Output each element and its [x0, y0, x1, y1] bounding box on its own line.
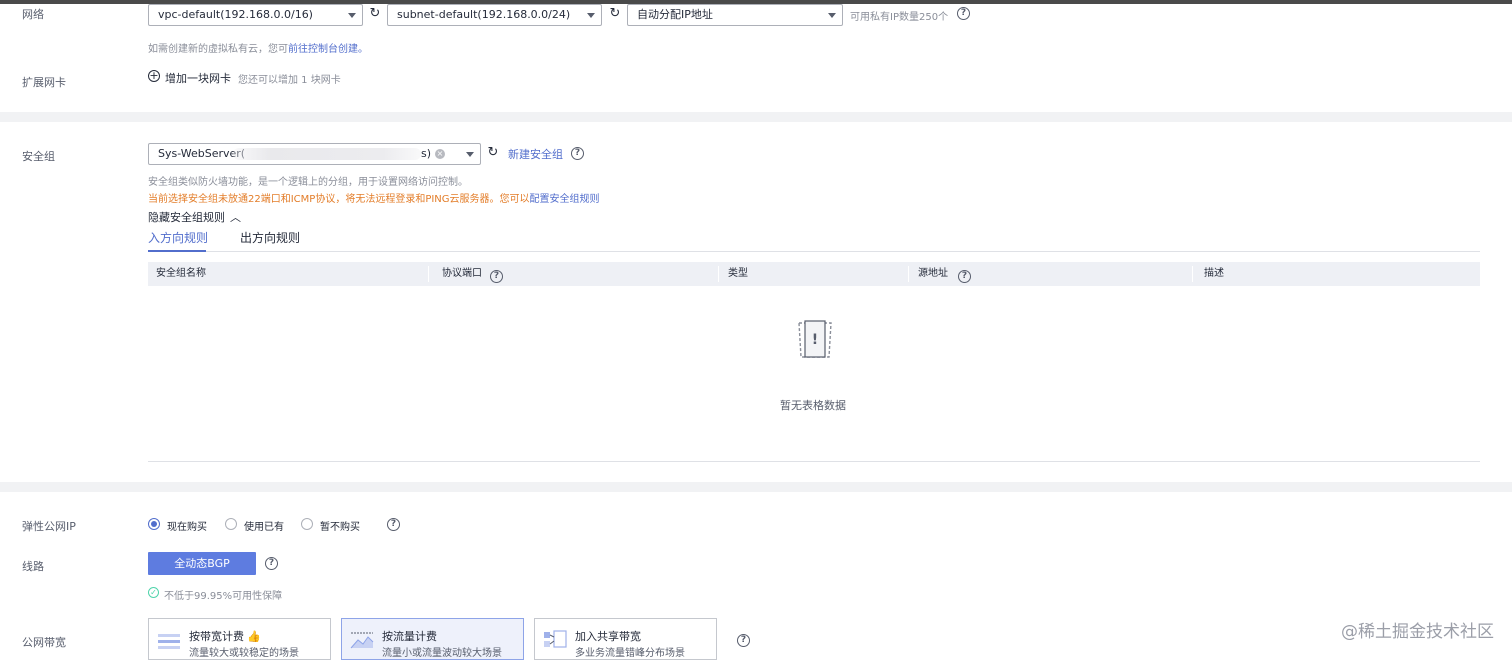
card-desc: 流量小或流量波动较大场景: [382, 648, 502, 659]
help-icon[interactable]: ?: [387, 518, 400, 531]
add-nic-button[interactable]: 增加一块网卡: [165, 70, 231, 86]
card-title: 按流量计费: [382, 630, 437, 643]
svg-text:!: !: [812, 332, 818, 348]
card-title: 按带宽计费 👍: [189, 628, 261, 644]
watermark: @稀土掘金技术社区: [1341, 622, 1494, 642]
clear-icon[interactable]: ×: [435, 149, 445, 159]
network-label: 网络: [22, 8, 44, 21]
bandwidth-card-by-traffic[interactable]: 按流量计费 流量小或流量波动较大场景: [341, 618, 524, 660]
chevron-down-icon: [587, 13, 595, 18]
vpc-hint-text: 如需创建新的虚拟私有云，您可: [148, 44, 288, 55]
eip-option-label[interactable]: 现在购买: [167, 518, 207, 533]
security-group-select-suffix: s): [421, 147, 432, 160]
area-chart-icon: [350, 632, 374, 649]
rules-table-header: 安全组名称 协议端口? 类型 源地址? 描述: [148, 262, 1480, 286]
card-title: 加入共享带宽: [575, 630, 641, 643]
configure-rules-link[interactable]: 配置安全组规则: [530, 194, 600, 205]
column-divider: [718, 266, 719, 282]
eip-radio-buy-now[interactable]: [148, 518, 160, 530]
empty-table-text: 暂无表格数据: [780, 399, 846, 412]
chevron-down-icon: [828, 13, 836, 18]
bandwidth-card-by-bandwidth[interactable]: 按带宽计费 👍 流量较大或较稳定的场景: [148, 618, 331, 660]
bgp-line-button[interactable]: 全动态BGP: [148, 552, 256, 575]
eip-option-label[interactable]: 使用已有: [244, 518, 284, 533]
chevron-up-icon: ︿: [230, 211, 241, 224]
help-icon[interactable]: ?: [571, 147, 584, 160]
ip-available-text: 可用私有IP数量250个: [850, 12, 949, 23]
security-warning-text: 当前选择安全组未放通22端口和ICMP协议，将无法远程登录和PING云服务器。您…: [148, 194, 530, 205]
card-desc: 流量较大或较稳定的场景: [189, 648, 299, 659]
help-icon[interactable]: ?: [737, 634, 750, 647]
security-warning: 当前选择安全组未放通22端口和ICMP协议，将无法远程登录和PING云服务器。您…: [148, 190, 600, 205]
bandwidth-card-shared[interactable]: 加入共享带宽 多业务流量错峰分布场景: [534, 618, 717, 660]
subnet-select[interactable]: subnet-default(192.168.0.0/24): [387, 4, 602, 26]
ext-nic-label: 扩展网卡: [22, 76, 66, 89]
help-icon[interactable]: ?: [957, 7, 970, 20]
help-icon[interactable]: ?: [958, 270, 971, 283]
active-tab-indicator: [148, 250, 206, 252]
shared-bandwidth-icon: [544, 630, 567, 648]
chevron-down-icon: [348, 13, 356, 18]
empty-data-icon: !: [798, 320, 832, 358]
column-header-label: 协议端口: [442, 268, 482, 279]
eip-radio-not-buy[interactable]: [301, 518, 313, 530]
tab-inbound-rules[interactable]: 入方向规则: [148, 229, 208, 246]
refresh-icon[interactable]: ↻: [368, 7, 382, 21]
redacted-blur: [233, 148, 421, 160]
column-header-label: 源地址: [918, 268, 948, 279]
help-icon[interactable]: ?: [265, 557, 278, 570]
security-group-panel: 安全组 Sys-WebServer( s) × ↻ 新建安全组 ? 安全组类似防…: [0, 122, 1512, 482]
vpc-select-value: vpc-default(192.168.0.0/16): [158, 8, 313, 21]
line-label: 线路: [22, 560, 44, 573]
column-divider: [428, 266, 429, 282]
column-header: 描述: [1204, 268, 1224, 279]
ip-assign-select[interactable]: 自动分配IP地址: [627, 4, 843, 26]
column-header: 安全组名称: [156, 268, 206, 279]
sla-text: 不低于99.95%可用性保障: [164, 591, 283, 602]
check-circle-icon: ✓: [148, 587, 159, 598]
bar-chart-icon: [158, 634, 180, 649]
subnet-select-value: subnet-default(192.168.0.0/24): [397, 8, 571, 21]
column-divider: [1192, 266, 1193, 282]
column-header: 类型: [728, 268, 748, 279]
security-group-desc: 安全组类似防火墙功能，是一个逻辑上的分组，用于设置网络访问控制。: [148, 177, 468, 188]
card-desc: 多业务流量错峰分布场景: [575, 648, 685, 659]
new-security-group-link[interactable]: 新建安全组: [508, 146, 563, 162]
plus-circle-icon[interactable]: +: [148, 70, 160, 82]
network-panel: 网络 vpc-default(192.168.0.0/16) ↻ subnet-…: [0, 4, 1512, 112]
refresh-icon[interactable]: ↻: [608, 7, 622, 21]
security-group-select[interactable]: Sys-WebServer( s) ×: [148, 143, 481, 165]
vpc-select[interactable]: vpc-default(192.168.0.0/16): [148, 4, 363, 26]
table-bottom-border: [148, 461, 1480, 462]
add-nic-hint: 您还可以增加 1 块网卡: [238, 75, 341, 86]
tab-outbound-rules[interactable]: 出方向规则: [240, 229, 300, 246]
vpc-hint: 如需创建新的虚拟私有云，您可前往控制台创建。: [148, 40, 368, 55]
ip-assign-select-value: 自动分配IP地址: [637, 8, 713, 21]
thumbs-up-icon: 👍: [247, 630, 261, 643]
eip-panel: 弹性公网IP 现在购买 使用已有 暂不购买 ? 线路 全动态BGP ? ✓ 不低…: [0, 492, 1512, 660]
toggle-rules-label: 隐藏安全组规则: [148, 211, 225, 224]
eip-option-label[interactable]: 暂不购买: [320, 518, 360, 533]
bandwidth-label: 公网带宽: [22, 636, 66, 649]
toggle-rules-button[interactable]: 隐藏安全组规则 ︿: [148, 209, 241, 225]
column-header: 协议端口?: [442, 262, 503, 286]
eip-label: 弹性公网IP: [22, 520, 76, 533]
refresh-icon[interactable]: ↻: [486, 146, 500, 160]
security-group-label: 安全组: [22, 150, 55, 163]
chevron-down-icon: [466, 152, 474, 157]
eip-radio-use-existing[interactable]: [225, 518, 237, 530]
tabs-divider: [148, 251, 1480, 252]
create-vpc-link[interactable]: 前往控制台创建。: [288, 44, 368, 55]
card-title-text: 按带宽计费: [189, 630, 244, 643]
column-header: 源地址?: [918, 262, 971, 286]
column-divider: [908, 266, 909, 282]
help-icon[interactable]: ?: [490, 270, 503, 283]
